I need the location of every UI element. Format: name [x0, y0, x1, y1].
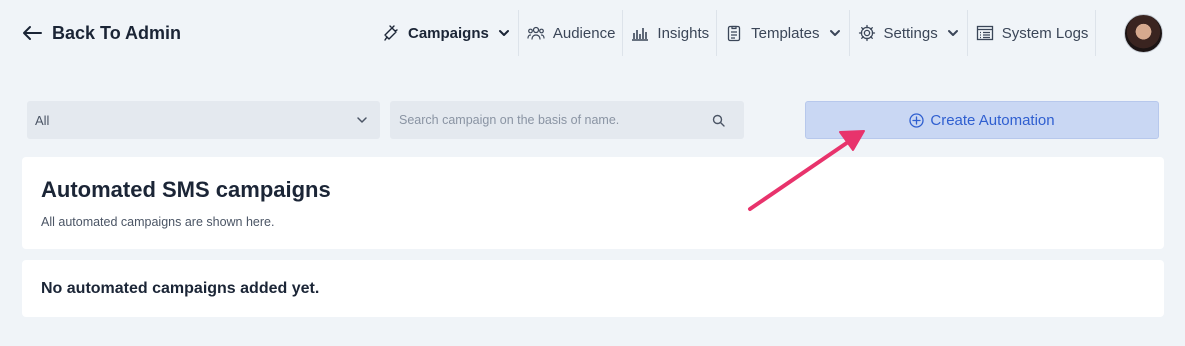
page-title: Automated SMS campaigns	[41, 177, 331, 202]
chevron-down-icon	[498, 30, 509, 36]
nav-templates-label: Templates	[751, 24, 820, 42]
user-avatar[interactable]	[1124, 14, 1163, 53]
filter-select-value: All	[35, 112, 50, 128]
nav-settings-label: Settings	[883, 24, 938, 42]
nav-insights-label: Insights	[657, 24, 710, 42]
clipboard-icon	[727, 25, 741, 42]
create-automation-button[interactable]: Create Automation	[805, 101, 1159, 139]
plus-circle-icon	[909, 112, 925, 128]
top-navigation-bar: Back To Admin Campaigns Audience Insight…	[0, 0, 1185, 66]
campaign-filter-select[interactable]: All	[27, 101, 380, 139]
empty-state-message: No automated campaigns added yet.	[41, 280, 320, 297]
arrow-left-icon	[23, 26, 42, 40]
campaign-search-input[interactable]	[390, 102, 700, 138]
nav-system-logs[interactable]: System Logs	[968, 10, 1097, 56]
nav-templates[interactable]: Templates	[717, 10, 850, 56]
create-automation-label: Create Automation	[930, 111, 1055, 129]
back-to-admin-label: Back To Admin	[52, 22, 182, 43]
nav-system-logs-label: System Logs	[1001, 24, 1089, 42]
page-subtitle: All automated campaigns are shown here.	[41, 215, 275, 229]
nav-audience[interactable]: Audience	[519, 10, 624, 56]
nav-audience-label: Audience	[552, 24, 616, 42]
automated-sms-header-card: Automated SMS campaigns All automated ca…	[22, 157, 1164, 249]
list-icon	[976, 25, 993, 41]
chart-icon	[632, 28, 649, 41]
chevron-down-icon	[947, 30, 958, 36]
search-icon[interactable]	[712, 114, 725, 127]
chevron-down-icon	[357, 117, 367, 123]
campaign-search	[390, 101, 744, 139]
nav-campaigns-label: Campaigns	[408, 24, 489, 42]
users-icon	[527, 26, 545, 40]
chevron-down-icon	[829, 30, 840, 36]
main-nav: Campaigns Audience Insights Templates Se…	[374, 10, 1097, 56]
megaphone-icon	[384, 25, 398, 41]
empty-state-card: No automated campaigns added yet.	[22, 260, 1164, 317]
nav-insights[interactable]: Insights	[623, 10, 718, 56]
back-to-admin-link[interactable]: Back To Admin	[22, 20, 181, 46]
nav-campaigns[interactable]: Campaigns	[374, 10, 519, 56]
gear-icon	[858, 24, 875, 42]
nav-settings[interactable]: Settings	[850, 10, 968, 56]
